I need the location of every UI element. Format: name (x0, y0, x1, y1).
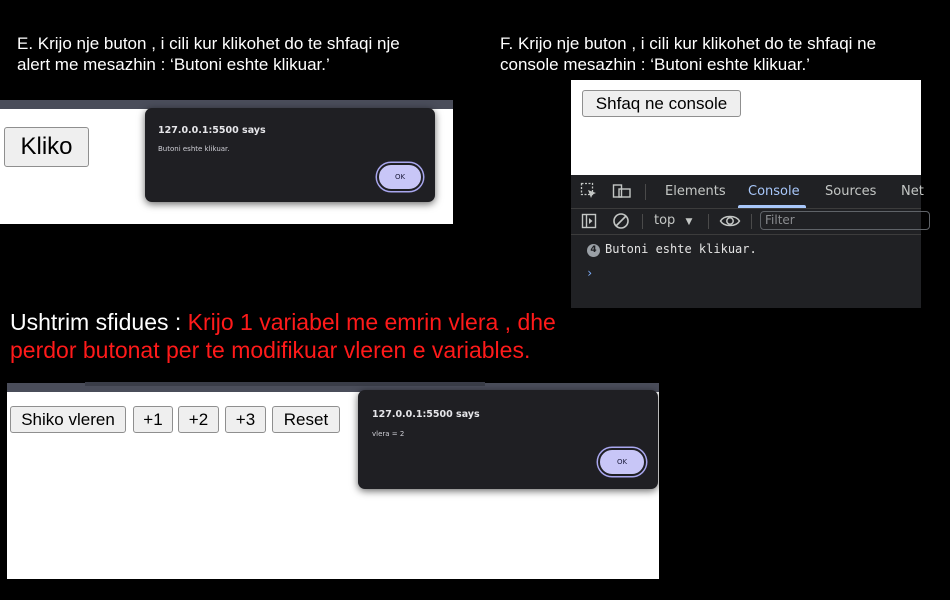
alert-title: 127.0.0.1:5500 says (158, 125, 266, 136)
device-toolbar-icon[interactable] (612, 182, 632, 205)
alert-ok-button[interactable]: OK (377, 163, 423, 191)
instruction-e-line1: E. Krijo nje buton , i cili kur klikohet… (17, 34, 400, 53)
context-selector[interactable]: top ▼ (654, 213, 692, 228)
plus-three-button[interactable]: +3 (225, 406, 266, 433)
devtools-panel: Elements Console Sources Net top ▼ Filte… (571, 175, 930, 308)
inspect-element-icon[interactable] (580, 182, 598, 205)
sidebar-toggle-icon[interactable] (581, 213, 597, 234)
divider (708, 214, 709, 229)
address-bar-edge (85, 382, 485, 386)
panel-alert-example: Kliko 127.0.0.1:5500 says Butoni eshte k… (0, 100, 453, 224)
console-filter-input[interactable]: Filter (760, 211, 930, 230)
instruction-e-line2: alert me mesazhin : ‘Butoni eshte klikua… (17, 55, 330, 74)
challenge-label: Ushtrim sfidues : (10, 309, 188, 335)
alert-dialog: 127.0.0.1:5500 says vlera = 2 OK (358, 390, 658, 489)
live-expression-eye-icon[interactable] (719, 212, 741, 235)
panel-console-example: Shfaq ne console (571, 80, 921, 176)
challenge-line1: Krijo 1 variabel me emrin vlera , dhe (187, 309, 556, 335)
plus-two-button[interactable]: +2 (178, 406, 219, 433)
kliko-button[interactable]: Kliko (4, 127, 89, 167)
alert-title: 127.0.0.1:5500 says (372, 409, 480, 420)
console-log-line: 4 Butoni eshte klikuar. (587, 242, 757, 257)
alert-message: Butoni eshte klikuar. (158, 145, 230, 153)
challenge-line2: perdor butonat per te modifikuar vleren … (10, 337, 531, 363)
console-log-message: Butoni eshte klikuar. (605, 242, 757, 256)
instruction-e: E. Krijo nje buton , i cili kur klikohet… (17, 33, 400, 75)
tab-elements[interactable]: Elements (665, 184, 726, 199)
divider (751, 214, 752, 229)
instruction-f: F. Krijo nje buton , i cili kur klikohet… (500, 33, 876, 75)
tab-console[interactable]: Console (748, 184, 800, 199)
alert-dialog: 127.0.0.1:5500 says Butoni eshte klikuar… (145, 108, 435, 202)
divider (645, 184, 646, 200)
tab-sources[interactable]: Sources (825, 184, 876, 199)
panel-challenge-example: Shiko vleren +1 +2 +3 Reset 127.0.0.1:55… (7, 382, 659, 579)
shiko-vleren-button[interactable]: Shiko vleren (10, 406, 126, 433)
instruction-f-line2: console mesazhin : ‘Butoni eshte klikuar… (500, 55, 810, 74)
shfaq-ne-console-button[interactable]: Shfaq ne console (582, 90, 741, 117)
alert-ok-button[interactable]: OK (598, 448, 646, 476)
alert-message: vlera = 2 (372, 430, 405, 438)
devtools-tabbar: Elements Console Sources Net (571, 175, 924, 209)
tab-network[interactable]: Net (901, 184, 924, 199)
context-label: top (654, 213, 676, 228)
active-tab-indicator (738, 205, 806, 208)
plus-one-button[interactable]: +1 (133, 406, 173, 433)
challenge-text: Ushtrim sfidues : Krijo 1 variabel me em… (10, 308, 556, 364)
clear-console-icon[interactable] (612, 212, 630, 235)
reset-button[interactable]: Reset (272, 406, 340, 433)
console-toolbar: top ▼ Filter (571, 209, 930, 235)
console-prompt-icon[interactable]: › (586, 266, 593, 280)
instruction-f-line1: F. Krijo nje buton , i cili kur klikohet… (500, 34, 877, 53)
repeat-count-badge: 4 (587, 244, 600, 257)
divider (642, 214, 643, 229)
dropdown-arrow-icon: ▼ (685, 217, 693, 227)
